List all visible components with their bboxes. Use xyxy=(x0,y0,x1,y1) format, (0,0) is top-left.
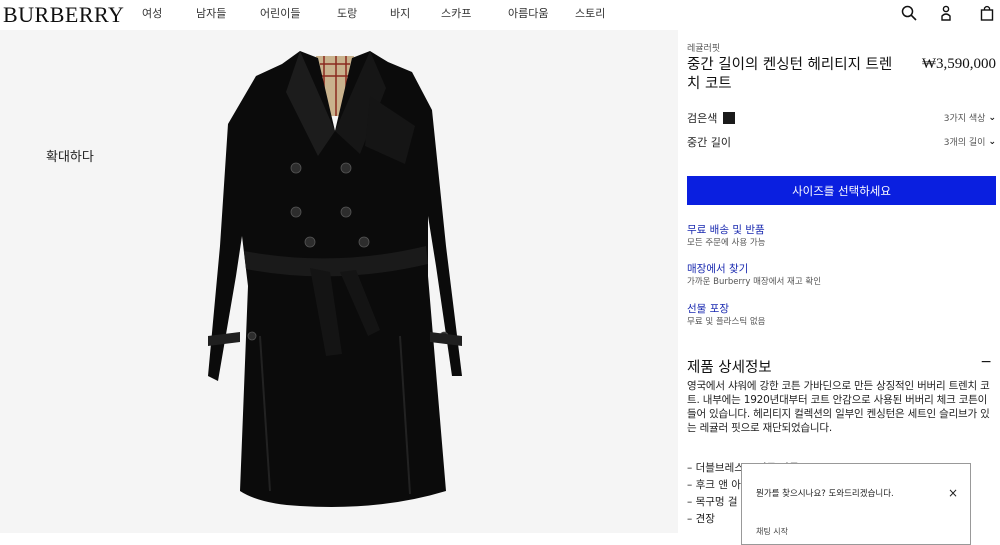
product-gallery[interactable]: 확대하다 xyxy=(0,30,678,533)
select-size-button[interactable]: 사이즈를 선택하세요 xyxy=(687,176,996,205)
nav-item-bags[interactable]: 도랑 xyxy=(337,7,357,21)
free-shipping-link[interactable]: 무료 배송 및 반품 xyxy=(687,223,766,237)
nav-item-children[interactable]: 어린이들 xyxy=(260,7,300,21)
start-chat-link[interactable]: 채팅 시작 xyxy=(756,526,788,537)
nav-item-scarves[interactable]: 스카프 xyxy=(441,7,471,21)
length-label: 중간 길이 xyxy=(687,136,731,149)
nav-item-beauty[interactable]: 아름다움 xyxy=(508,7,548,21)
length-count: 3개의 길이 xyxy=(943,138,986,148)
chevron-down-icon: ⌄ xyxy=(988,112,996,123)
product-image[interactable] xyxy=(200,36,470,533)
product-description: 영국에서 샤워에 강한 코튼 가바딘으로 만든 상징적인 버버리 트렌치 코트.… xyxy=(687,380,990,434)
service-free-shipping: 무료 배송 및 반품 모든 주문에 사용 가능 xyxy=(687,223,766,249)
nav-item-men[interactable]: 남자들 xyxy=(196,7,226,21)
product-panel: 레귤러핏 중간 길이의 켄싱턴 헤리티지 트렌치 코트 ₩3,590,000 검… xyxy=(687,30,996,533)
length-selector[interactable]: 중간 길이 3개의 길이 ⌄ xyxy=(687,134,996,150)
zoom-label[interactable]: 확대하다 xyxy=(46,146,94,165)
fit-label: 레귤러핏 xyxy=(687,44,721,54)
collapse-icon[interactable]: − xyxy=(980,354,992,370)
product-details-header[interactable]: 제품 상세정보 − xyxy=(687,354,996,376)
free-shipping-sub: 모든 주문에 사용 가능 xyxy=(687,238,766,248)
color-options-toggle[interactable]: 3가지 색상 ⌄ xyxy=(943,111,996,125)
chevron-down-icon: ⌄ xyxy=(988,136,996,147)
site-header: BURBERRY 여성 남자들 어린이들 도랑 바지 스카프 아름다움 스토리 xyxy=(0,0,1000,30)
product-price: ₩3,590,000 xyxy=(921,56,996,72)
color-selector[interactable]: 검은색 3가지 색상 ⌄ xyxy=(687,110,996,126)
nav-item-women[interactable]: 여성 xyxy=(142,7,162,21)
color-count: 3가지 색상 xyxy=(943,114,986,124)
nav-item-stories[interactable]: 스토리 xyxy=(575,7,605,21)
product-title: 중간 길이의 켄싱턴 헤리티지 트렌치 코트 xyxy=(687,57,893,92)
nav-item-trousers[interactable]: 바지 xyxy=(390,7,410,21)
details-title: 제품 상세정보 xyxy=(687,360,772,376)
brand-logo[interactable]: BURBERRY xyxy=(3,3,124,27)
gift-wrap-link[interactable]: 선물 포장 xyxy=(687,302,766,316)
length-options-toggle[interactable]: 3개의 길이 ⌄ xyxy=(943,135,996,149)
find-in-store-link[interactable]: 매장에서 찾기 xyxy=(687,262,821,276)
gift-wrap-sub: 무료 및 플라스틱 없음 xyxy=(687,317,766,327)
length-label-group: 중간 길이 xyxy=(687,134,731,150)
close-icon[interactable]: × xyxy=(948,486,958,500)
service-find-in-store: 매장에서 찾기 가까운 Burberry 매장에서 재고 확인 xyxy=(687,262,821,288)
color-label: 검은색 xyxy=(687,112,718,125)
color-label-group: 검은색 xyxy=(687,110,736,126)
color-swatch[interactable] xyxy=(723,112,736,124)
chat-message: 뭔가를 찾으시나요? 도와드리겠습니다. xyxy=(756,489,894,499)
shopping-bag-icon[interactable] xyxy=(978,4,996,22)
find-in-store-sub: 가까운 Burberry 매장에서 재고 확인 xyxy=(687,277,822,287)
search-icon[interactable] xyxy=(900,4,918,22)
account-icon[interactable] xyxy=(937,4,955,22)
service-gift-wrap: 선물 포장 무료 및 플라스틱 없음 xyxy=(687,302,766,328)
